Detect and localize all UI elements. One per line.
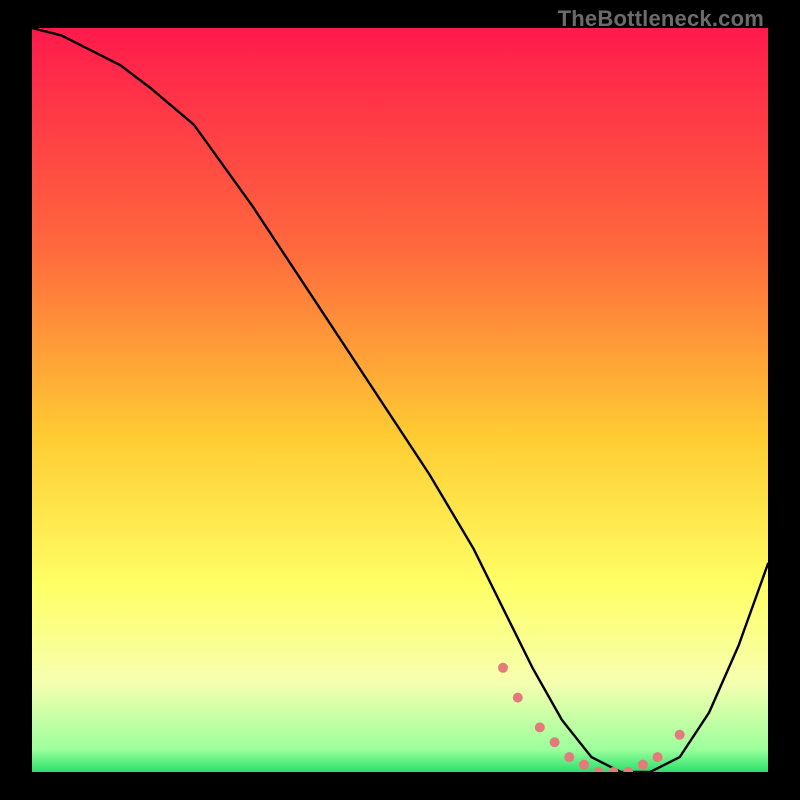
optimal-range-dot xyxy=(498,663,508,673)
optimal-range-dot xyxy=(535,722,545,732)
watermark-text: TheBottleneck.com xyxy=(558,6,764,32)
optimal-range-dot xyxy=(623,767,633,772)
optimal-range-dot xyxy=(564,752,574,762)
chart-plot-area xyxy=(32,28,768,772)
optimal-range-dot xyxy=(653,752,663,762)
optimal-range-dot xyxy=(638,760,648,770)
optimal-range-dot xyxy=(550,737,560,747)
optimal-range-dot xyxy=(675,730,685,740)
bottleneck-curve xyxy=(32,28,768,772)
optimal-range-dot xyxy=(594,767,604,772)
optimal-range-dot xyxy=(513,693,523,703)
optimal-range-dot xyxy=(579,760,589,770)
